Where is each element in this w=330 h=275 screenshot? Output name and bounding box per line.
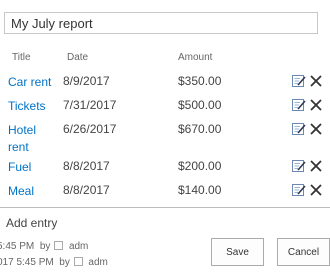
created-by-label: by [39,241,51,252]
entry-title-link[interactable]: Meal [8,183,34,200]
edit-icon[interactable] [292,183,306,197]
column-header-title: Title [12,52,31,63]
close-icon[interactable] [309,98,323,112]
created-by-user[interactable]: adm [69,241,88,252]
report-title-input[interactable] [4,12,318,34]
modified-time: 017 5:45 PM [0,257,54,268]
expense-report-form: Title Date Amount Car rent 8/9/2017 $350… [0,0,330,275]
created-info: 5:45 PM by adm [0,241,88,252]
entry-title-link[interactable]: Tickets [8,98,46,115]
entry-title-link[interactable]: Car rent [8,74,51,91]
modified-info: 017 5:45 PM by adm [0,257,108,268]
divider [0,207,330,208]
entry-title-link[interactable]: Hotel rent [8,122,50,156]
cancel-button[interactable]: Cancel [277,238,330,266]
created-time: 5:45 PM [0,241,35,252]
edit-icon[interactable] [292,98,306,112]
save-button[interactable]: Save [211,238,264,266]
close-icon[interactable] [309,74,323,88]
entry-amount: $140.00 [178,183,222,197]
close-icon[interactable] [309,183,323,197]
edit-icon[interactable] [292,74,306,88]
modified-by-user[interactable]: adm [88,257,107,268]
column-header-amount: Amount [178,52,213,63]
add-entry-link[interactable]: Add entry [6,216,57,230]
entry-date: 8/9/2017 [63,74,110,88]
entry-amount: $500.00 [178,98,222,112]
entry-amount: $200.00 [178,159,222,173]
close-icon[interactable] [309,122,323,136]
entry-amount: $350.00 [178,74,222,88]
entry-date: 8/8/2017 [63,159,110,173]
column-header-date: Date [67,52,89,63]
edit-icon[interactable] [292,159,306,173]
user-presence-icon [73,257,83,266]
entry-title-link[interactable]: Fuel [8,159,31,176]
entry-date: 6/26/2017 [63,122,117,136]
user-presence-icon [54,241,64,250]
entry-date: 7/31/2017 [63,98,117,112]
entry-amount: $670.00 [178,122,222,136]
entry-date: 8/8/2017 [63,183,110,197]
modified-by-label: by [59,257,70,268]
close-icon[interactable] [309,159,323,173]
edit-icon[interactable] [292,122,306,136]
